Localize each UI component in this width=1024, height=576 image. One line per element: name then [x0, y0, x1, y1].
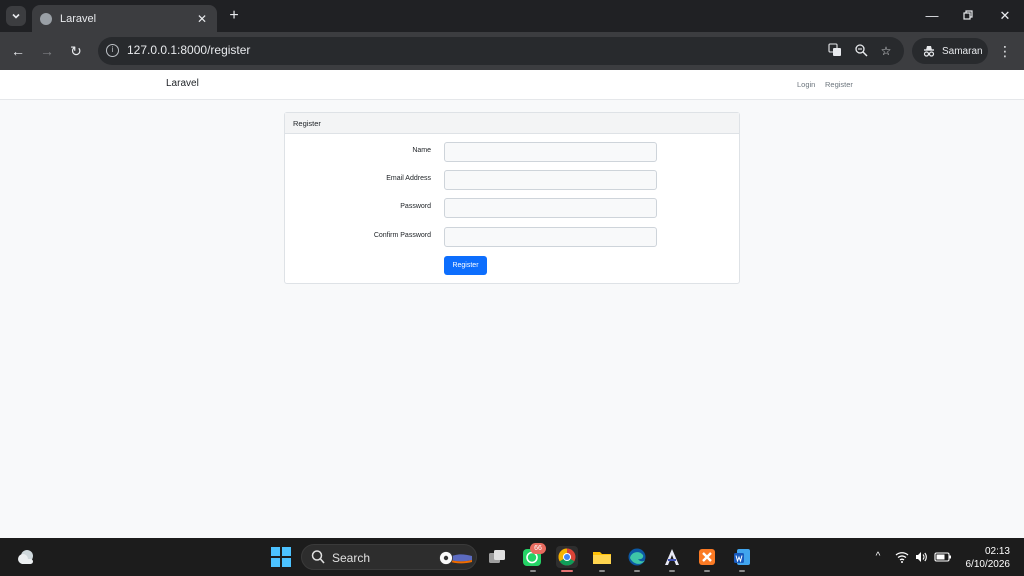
browser-menu-icon[interactable]: ⋮ [997, 41, 1013, 61]
clock-time: 02:13 [984, 546, 1010, 557]
windows-taskbar: Search ^ 02:13 6/10/2026 [0, 538, 1024, 576]
zoom-icon[interactable] [853, 43, 869, 59]
bookmark-star-icon[interactable]: ☆ [878, 43, 894, 59]
site-info-icon[interactable]: i [106, 44, 119, 57]
edge-running-indicator [634, 570, 640, 572]
browser-tab-strip: Laravel ✕ + — ✕ [0, 0, 1024, 32]
chrome-icon [558, 548, 576, 566]
tray-overflow-icon[interactable]: ^ [871, 550, 885, 564]
battery-icon[interactable] [934, 550, 952, 564]
confirm-password-row: Confirm Password [285, 227, 741, 247]
whatsapp-notification-badge: 66 [530, 543, 546, 554]
new-tab-button[interactable]: + [226, 7, 242, 25]
password-input[interactable] [444, 198, 657, 218]
tab-search-button[interactable] [6, 6, 26, 26]
register-card: Register Name Email Address Password Con… [284, 112, 740, 284]
wifi-icon[interactable] [895, 550, 909, 564]
start-button[interactable] [271, 547, 291, 567]
register-link[interactable]: Register [825, 80, 853, 89]
word-app[interactable] [731, 546, 753, 568]
windows-logo-icon [271, 547, 280, 556]
profile-button[interactable]: Samaran [912, 38, 988, 64]
explorer-running-indicator [599, 570, 605, 572]
address-bar[interactable]: i 127.0.0.1:8000/register ☆ [98, 37, 904, 65]
clock-date: 6/10/2026 [965, 559, 1011, 570]
file-explorer-app[interactable] [591, 546, 613, 568]
search-label: Search [332, 551, 371, 565]
android-studio-app[interactable] [661, 546, 683, 568]
email-label: Email Address [386, 175, 431, 182]
weather-icon[interactable] [16, 547, 36, 567]
close-tab-icon[interactable]: ✕ [195, 12, 209, 26]
register-submit-button[interactable]: Register [444, 256, 487, 275]
confirm-password-input[interactable] [444, 227, 657, 247]
word-running-indicator [739, 570, 745, 572]
chrome-running-indicator [561, 570, 573, 572]
system-clock[interactable]: 02:13 6/10/2026 [952, 545, 1011, 571]
volume-icon[interactable] [914, 550, 928, 564]
android-studio-icon [665, 549, 679, 565]
login-link[interactable]: Login [797, 80, 815, 89]
translate-icon[interactable] [827, 43, 843, 59]
minimize-button[interactable]: — [922, 6, 942, 26]
name-row: Name [285, 142, 741, 162]
edge-app[interactable] [626, 546, 648, 568]
word-icon [734, 549, 750, 565]
close-window-button[interactable]: ✕ [995, 6, 1015, 26]
url-text[interactable]: 127.0.0.1:8000/register [127, 43, 250, 57]
chrome-app[interactable] [556, 546, 578, 568]
browser-toolbar: ← → ↻ i 127.0.0.1:8000/register ☆ Samara… [0, 32, 1024, 70]
folder-icon [593, 552, 611, 564]
task-view-icon [489, 550, 505, 563]
restore-button[interactable] [958, 6, 978, 26]
email-input[interactable] [444, 170, 657, 190]
app-brand-link[interactable]: Laravel [166, 78, 199, 89]
back-button[interactable]: ← [8, 41, 28, 61]
globe-icon [40, 12, 52, 25]
card-header: Register [285, 113, 739, 134]
incognito-icon [923, 46, 935, 57]
email-row: Email Address [285, 170, 741, 190]
name-label: Name [412, 147, 431, 154]
edge-icon [628, 548, 646, 566]
reload-button[interactable]: ↻ [66, 41, 86, 61]
taskbar-search[interactable]: Search [301, 544, 477, 570]
password-row: Password [285, 198, 741, 218]
password-label: Password [400, 203, 431, 210]
search-icon [311, 550, 325, 564]
xampp-app[interactable] [696, 546, 718, 568]
xampp-icon [699, 549, 715, 565]
profile-name: Samaran [942, 45, 983, 57]
forward-button[interactable]: → [37, 41, 57, 61]
name-input[interactable] [444, 142, 657, 162]
task-view-button[interactable] [486, 546, 508, 568]
android-studio-running-indicator [669, 570, 675, 572]
browser-tab[interactable]: Laravel ✕ [32, 5, 217, 32]
chevron-down-icon [12, 13, 20, 19]
tab-title: Laravel [60, 12, 97, 25]
whatsapp-running-indicator [530, 570, 536, 572]
search-highlight-icon [439, 551, 472, 565]
app-navbar: Laravel Login Register [0, 70, 1024, 100]
xampp-running-indicator [704, 570, 710, 572]
confirm-password-label: Confirm Password [373, 232, 431, 239]
restore-icon [963, 10, 973, 20]
